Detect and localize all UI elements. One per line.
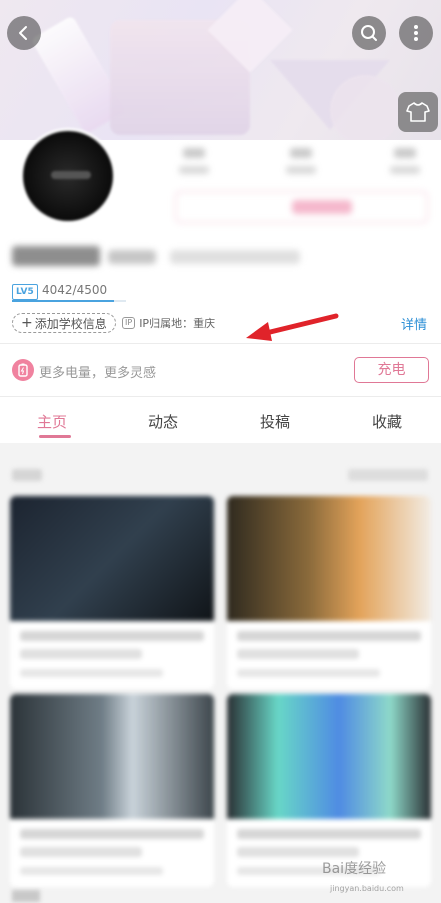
detail-link[interactable]: 详情 xyxy=(401,314,427,333)
follow-button-row[interactable] xyxy=(175,191,428,223)
add-school-label: 添加学校信息 xyxy=(34,316,107,331)
watermark-url: jingyan.baidu.com xyxy=(330,884,404,893)
battery-icon xyxy=(12,359,34,381)
exp-progress-bar xyxy=(12,300,126,302)
watermark: Bai度经验 xyxy=(322,861,387,877)
tab-home[interactable]: 主页 xyxy=(37,411,67,432)
charge-button[interactable]: 充电 xyxy=(354,357,429,383)
level-badge: LV5 xyxy=(12,284,38,300)
more-icon xyxy=(414,25,418,41)
stat-likes[interactable] xyxy=(385,148,425,182)
search-icon xyxy=(361,25,377,41)
stat-followers[interactable] xyxy=(281,148,321,182)
divider xyxy=(0,343,441,344)
back-button[interactable] xyxy=(7,16,41,50)
video-card[interactable] xyxy=(10,496,214,689)
section-title xyxy=(12,890,40,902)
profile-tabs: 主页 动态 投稿 收藏 xyxy=(0,397,441,443)
tab-active-indicator xyxy=(39,435,71,438)
video-thumbnail xyxy=(227,694,431,819)
video-card[interactable] xyxy=(10,694,214,887)
power-promo-text: 更多电量，更多灵感 xyxy=(39,366,157,381)
ip-location: IP IP归属地：重庆 xyxy=(122,315,215,331)
video-feed xyxy=(0,443,441,903)
dress-up-button[interactable] xyxy=(398,92,438,132)
avatar[interactable] xyxy=(20,128,116,224)
exp-counter: 4042/4500 xyxy=(42,283,108,297)
tab-submissions[interactable]: 投稿 xyxy=(260,411,290,432)
section-more-link[interactable] xyxy=(348,469,428,481)
username xyxy=(12,246,100,266)
add-school-button[interactable]: + 添加学校信息 xyxy=(12,313,116,333)
section-title xyxy=(12,469,42,481)
avatar-logo xyxy=(51,171,91,179)
back-icon xyxy=(19,26,27,40)
user-signature xyxy=(170,250,300,264)
video-thumbnail xyxy=(10,496,214,621)
tab-favorites[interactable]: 收藏 xyxy=(372,411,402,432)
stat-following[interactable] xyxy=(174,148,214,182)
user-badge xyxy=(108,250,156,264)
tshirt-icon xyxy=(406,102,430,122)
video-thumbnail xyxy=(227,496,431,621)
plus-icon: + xyxy=(21,315,33,331)
exp-progress-fill xyxy=(12,300,115,302)
ip-location-text: IP归属地：重庆 xyxy=(139,317,216,330)
video-thumbnail xyxy=(10,694,214,819)
search-button[interactable] xyxy=(352,16,386,50)
video-card[interactable] xyxy=(227,496,431,689)
more-button[interactable] xyxy=(399,16,433,50)
tab-dynamic[interactable]: 动态 xyxy=(148,411,178,432)
ip-icon: IP xyxy=(122,317,136,329)
banner-decoration xyxy=(330,75,400,140)
